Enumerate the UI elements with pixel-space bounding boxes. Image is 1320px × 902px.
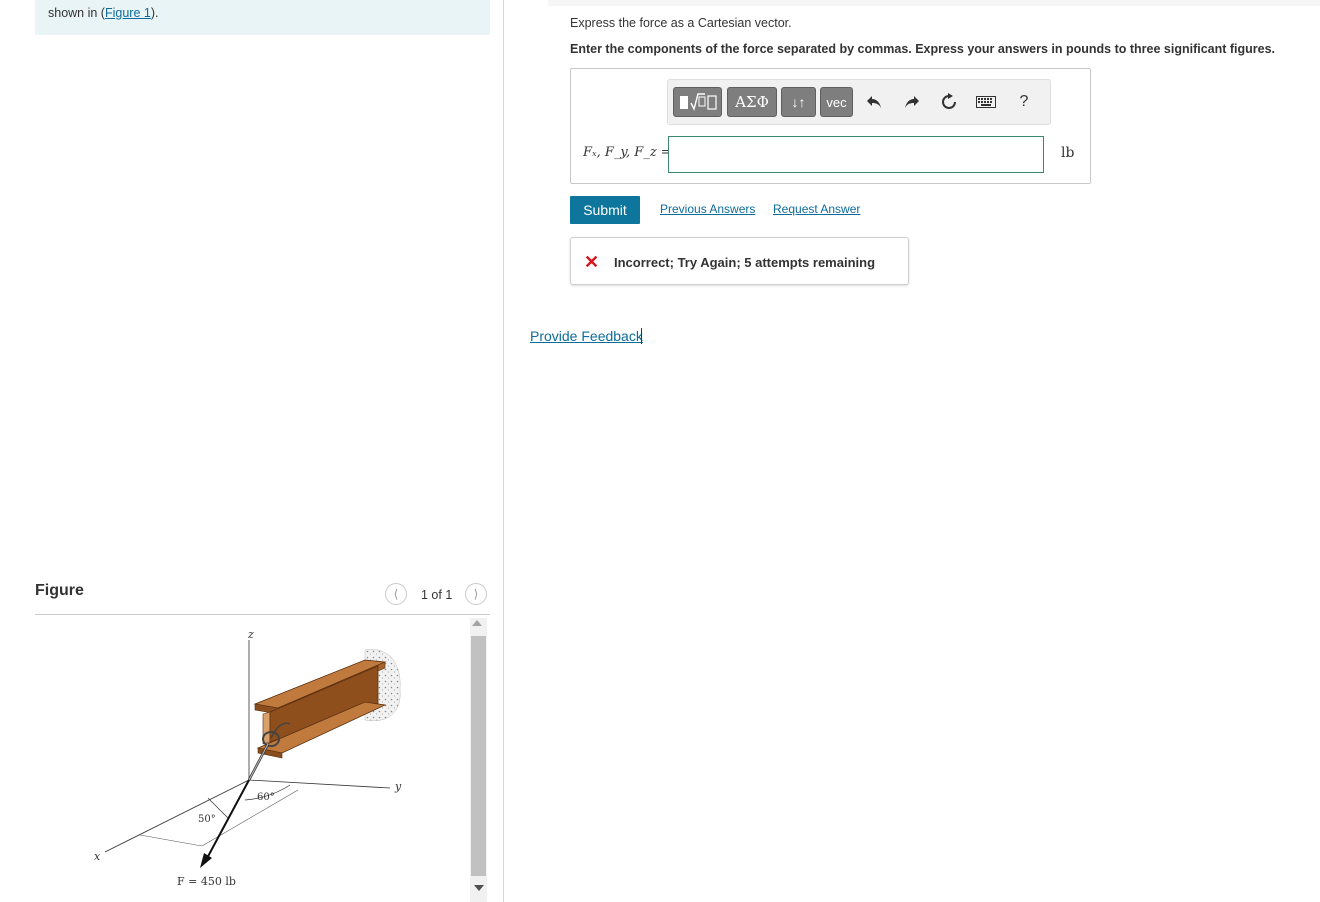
angle-50-label: 50°: [198, 814, 216, 825]
submit-button[interactable]: Submit: [570, 196, 640, 224]
projection-line: [139, 834, 203, 847]
beam-web-end: [262, 711, 271, 745]
problem-text-start: shown in (: [48, 6, 105, 20]
reset-icon: [942, 93, 956, 109]
problem-text-end: ).: [150, 6, 159, 20]
problem-text: shown in (Figure 1).: [48, 6, 158, 20]
provide-feedback-link[interactable]: Provide Feedback: [530, 328, 643, 344]
incorrect-x-icon: ✕: [584, 252, 600, 272]
z-axis-label: z: [247, 628, 254, 641]
help-button[interactable]: ?: [1012, 90, 1036, 114]
beam-figure-image: z y x 50° 60° F = 450 lb: [94, 628, 402, 888]
subscript-superscript-button[interactable]: ↓↑: [781, 87, 816, 117]
panel-divider: [503, 0, 504, 902]
chevron-right-icon: ⟩: [473, 587, 479, 601]
angle-60-label: 60°: [257, 792, 275, 803]
redo-icon: [905, 96, 919, 108]
question-instruction: Express the force as a Cartesian vector.: [570, 16, 792, 30]
undo-icon: [867, 96, 881, 108]
figure-counter: 1 of 1: [421, 588, 453, 602]
figure-divider: [35, 614, 490, 615]
answer-input[interactable]: [668, 136, 1044, 173]
redo-button[interactable]: [900, 90, 924, 114]
x-axis-line: [104, 779, 250, 853]
answer-unit: lb: [1061, 145, 1075, 161]
templates-button[interactable]: [673, 87, 722, 117]
greek-symbols-button[interactable]: ΑΣΦ: [727, 87, 777, 117]
keyboard-icon: [976, 96, 996, 108]
figure-link[interactable]: Figure 1: [105, 6, 151, 20]
next-figure-button[interactable]: ⟩: [465, 583, 487, 605]
scroll-down-icon[interactable]: [474, 885, 484, 891]
answer-field-label: Fₓ, F_y, F_z =: [583, 145, 672, 160]
previous-figure-button[interactable]: ⟨: [385, 583, 407, 605]
chevron-left-icon: ⟨: [393, 587, 399, 601]
text-cursor: [641, 328, 642, 344]
reset-button[interactable]: [937, 90, 961, 114]
undo-button[interactable]: [862, 90, 886, 114]
keyboard-button[interactable]: [974, 90, 998, 114]
y-axis-label: y: [394, 780, 402, 793]
previous-answers-link[interactable]: Previous Answers: [660, 202, 755, 216]
request-answer-link[interactable]: Request Answer: [773, 202, 860, 216]
x-axis-label: x: [94, 850, 101, 863]
projection-line: [201, 789, 299, 847]
scrollbar-thumb[interactable]: [471, 636, 486, 876]
feedback-message: Incorrect; Try Again; 5 attempts remaini…: [614, 255, 876, 270]
y-axis-line: [248, 779, 391, 789]
question-instruction-bold: Enter the components of the force separa…: [570, 42, 1276, 56]
force-label: F = 450 lb: [177, 875, 236, 888]
figure-title: Figure: [35, 582, 84, 599]
vector-button[interactable]: vec: [820, 87, 853, 117]
force-arrowhead: [200, 853, 212, 868]
scroll-up-icon[interactable]: [472, 620, 482, 626]
templates-icon: [679, 93, 717, 111]
top-bar: [548, 0, 1320, 6]
